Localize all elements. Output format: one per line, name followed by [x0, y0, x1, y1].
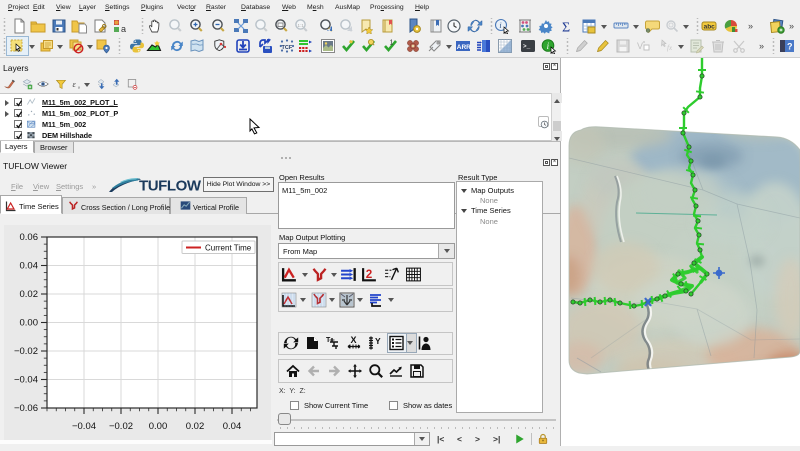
svg-text:fx: fx	[667, 44, 673, 52]
svg-text:ARR: ARR	[457, 44, 471, 51]
svg-text:0.00: 0.00	[149, 421, 168, 432]
svg-text:1: 1	[390, 40, 394, 47]
svg-text:0.04: 0.04	[20, 261, 39, 272]
svg-text:Y: Y	[375, 336, 381, 346]
svg-text:−0.04: −0.04	[72, 421, 96, 432]
svg-text:?: ?	[787, 42, 793, 52]
svg-text:0.02: 0.02	[20, 289, 39, 300]
svg-text:1:1: 1:1	[298, 23, 305, 28]
svg-text:Σ: Σ	[562, 21, 570, 35]
svg-text:−0.02: −0.02	[14, 346, 38, 357]
svg-text:0.06: 0.06	[20, 232, 39, 243]
svg-text:i: i	[499, 21, 501, 30]
svg-text:TUFLOW: TUFLOW	[139, 178, 202, 195]
svg-text:X: X	[351, 335, 357, 345]
svg-text:−0.02: −0.02	[109, 421, 133, 432]
svg-text:>_: >_	[523, 43, 531, 50]
svg-text:ε: ε	[73, 80, 77, 89]
svg-text:2: 2	[366, 268, 373, 281]
svg-text:−0.06: −0.06	[14, 403, 38, 414]
svg-text:abc: abc	[704, 24, 716, 31]
svg-text:u: u	[78, 86, 80, 90]
svg-text:0.02: 0.02	[186, 421, 205, 432]
svg-text:Current Time: Current Time	[205, 244, 252, 253]
svg-text:0.00: 0.00	[20, 318, 39, 329]
svg-text:0.04: 0.04	[223, 421, 242, 432]
svg-text:−0.04: −0.04	[14, 375, 38, 386]
svg-text:T: T	[326, 337, 331, 344]
svg-text:a: a	[121, 24, 126, 34]
svg-text:V: V	[637, 41, 643, 51]
